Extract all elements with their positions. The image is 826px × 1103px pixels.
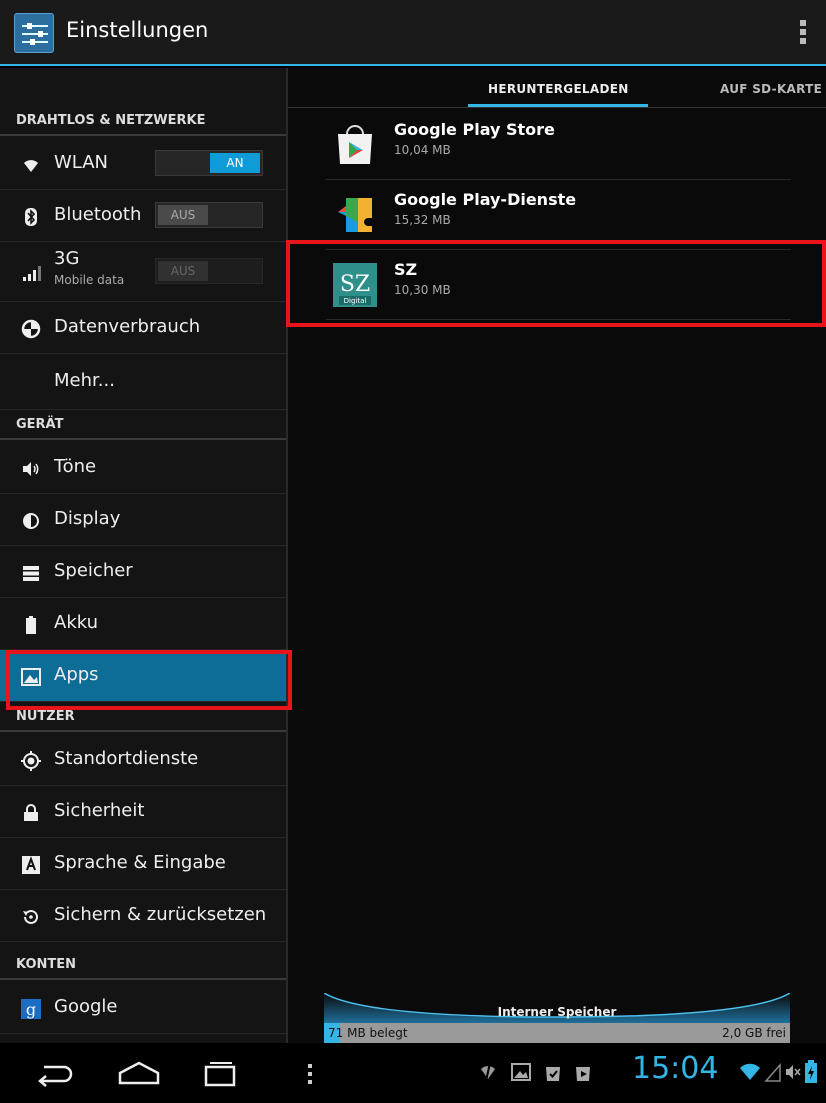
settings-item-label: Sichern & zurücksetzen (54, 904, 267, 925)
system-bar: 15:04 (0, 1043, 826, 1103)
settings-item-bluetooth[interactable]: Bluetooth AUS (0, 190, 286, 242)
settings-item-label: Mehr... (54, 370, 115, 391)
svg-text:g: g (26, 1000, 36, 1019)
category-header: GERÄT (0, 410, 286, 440)
storage-used-label: 71 MB belegt (328, 1026, 408, 1040)
tab-heruntergeladen[interactable]: HERUNTERGELADEN (488, 82, 629, 96)
home-icon[interactable] (116, 1059, 162, 1087)
app-size: 15,32 MB (394, 213, 451, 227)
wifi-signal-icon (740, 1063, 760, 1080)
settings-item-sicherheit[interactable]: Sicherheit (0, 786, 286, 838)
settings-item-display[interactable]: Display (0, 494, 286, 546)
wifi-icon (24, 160, 38, 172)
volume-icon (23, 462, 39, 476)
settings-item-label: Sprache & Eingabe (54, 852, 226, 873)
settings-item-label: Datenverbrauch (54, 316, 201, 337)
storage-indicator: Interner Speicher 71 MB belegt 2,0 GB fr… (324, 993, 790, 1043)
settings-item-label: Display (54, 508, 121, 529)
clock: 15:04 (632, 1051, 719, 1086)
data-usage-icon (21, 319, 41, 339)
settings-item-label: Google (54, 996, 118, 1017)
battery-charging-icon (805, 1060, 817, 1083)
battery-icon (26, 616, 36, 634)
location-icon (21, 751, 41, 771)
brightness-icon (23, 513, 39, 529)
backup-restore-icon (23, 909, 38, 924)
settings-item-akku[interactable]: Akku (0, 598, 286, 650)
storage-title: Interner Speicher (497, 1005, 617, 1019)
settings-icon[interactable] (14, 13, 54, 53)
settings-item-label: Speicher (54, 560, 133, 581)
page-title: Einstellungen (66, 18, 209, 42)
google-account-icon: g (21, 999, 41, 1019)
category-header: DRAHTLOS & NETZWERKE (0, 106, 286, 136)
store-notification-icon (576, 1067, 590, 1081)
settings-list: DRAHTLOS & NETZWERKE WLAN AN Bluetooth A… (0, 68, 286, 1043)
wlan-toggle[interactable]: AN (155, 150, 263, 176)
bluetooth-icon (25, 208, 37, 226)
settings-item-sichern[interactable]: Sichern & zurücksetzen (0, 890, 286, 942)
highlight-sz-app (286, 240, 826, 327)
apps-panel: HERUNTERGELADEN AUF SD-KARTE Google Play… (286, 68, 826, 1043)
cell-signal-icon (764, 1063, 781, 1082)
settings-item-label: Töne (54, 456, 97, 477)
bluetooth-toggle[interactable]: AUS (155, 202, 263, 228)
settings-item-label: Bluetooth (54, 204, 142, 225)
category-header: KONTEN (0, 950, 286, 980)
tab-divider (288, 107, 826, 108)
settings-item-label: Standortdienste (54, 748, 199, 769)
download-done-icon (546, 1067, 560, 1081)
settings-item-speicher[interactable]: Speicher (0, 546, 286, 598)
settings-item-label: Sicherheit (54, 800, 145, 821)
action-bar: Einstellungen (0, 0, 826, 66)
wifi-notification-icon (481, 1062, 495, 1082)
lock-icon (24, 804, 38, 821)
menu-icon[interactable] (306, 1063, 314, 1085)
tab-auf-sd-karte[interactable]: AUF SD-KARTE (720, 82, 822, 96)
settings-item-sprache[interactable]: Sprache & Eingabe (0, 838, 286, 890)
storage-icon (23, 566, 39, 581)
settings-item-label: 3G (54, 248, 80, 269)
play-services-icon (338, 198, 372, 232)
language-icon (22, 856, 40, 874)
settings-item-label: Akku (54, 612, 99, 633)
settings-item-google[interactable]: g Google (0, 982, 286, 1034)
signal-icon (23, 266, 41, 281)
mute-icon (786, 1065, 801, 1079)
app-name: Google Play Store (394, 120, 555, 139)
settings-item-standortdienste[interactable]: Standortdienste (0, 734, 286, 786)
gallery-notification-icon (511, 1063, 531, 1081)
storage-bar: 71 MB belegt 2,0 GB frei (324, 1023, 790, 1043)
highlight-apps-item (6, 650, 292, 710)
settings-item-mehr[interactable]: Mehr... (0, 354, 286, 410)
app-list-item[interactable]: Google Play Store 10,04 MB (326, 110, 791, 180)
settings-item-wlan[interactable]: WLAN AN (0, 138, 286, 190)
app-name: Google Play-Dienste (394, 190, 577, 209)
mobile-data-toggle[interactable]: AUS (155, 258, 263, 284)
back-icon[interactable] (34, 1061, 74, 1087)
overflow-menu-icon[interactable] (798, 20, 808, 46)
settings-item-subtitle: Mobile data (54, 273, 125, 287)
settings-item-datenverbrauch[interactable]: Datenverbrauch (0, 302, 286, 354)
storage-free-label: 2,0 GB frei (722, 1026, 786, 1040)
settings-item-label: WLAN (54, 152, 109, 173)
settings-item-toene[interactable]: Töne (0, 442, 286, 494)
app-size: 10,04 MB (394, 143, 451, 157)
play-store-icon (338, 125, 372, 164)
recent-apps-icon[interactable] (202, 1059, 238, 1087)
settings-item-mobile-data[interactable]: 3G Mobile data AUS (0, 242, 286, 302)
